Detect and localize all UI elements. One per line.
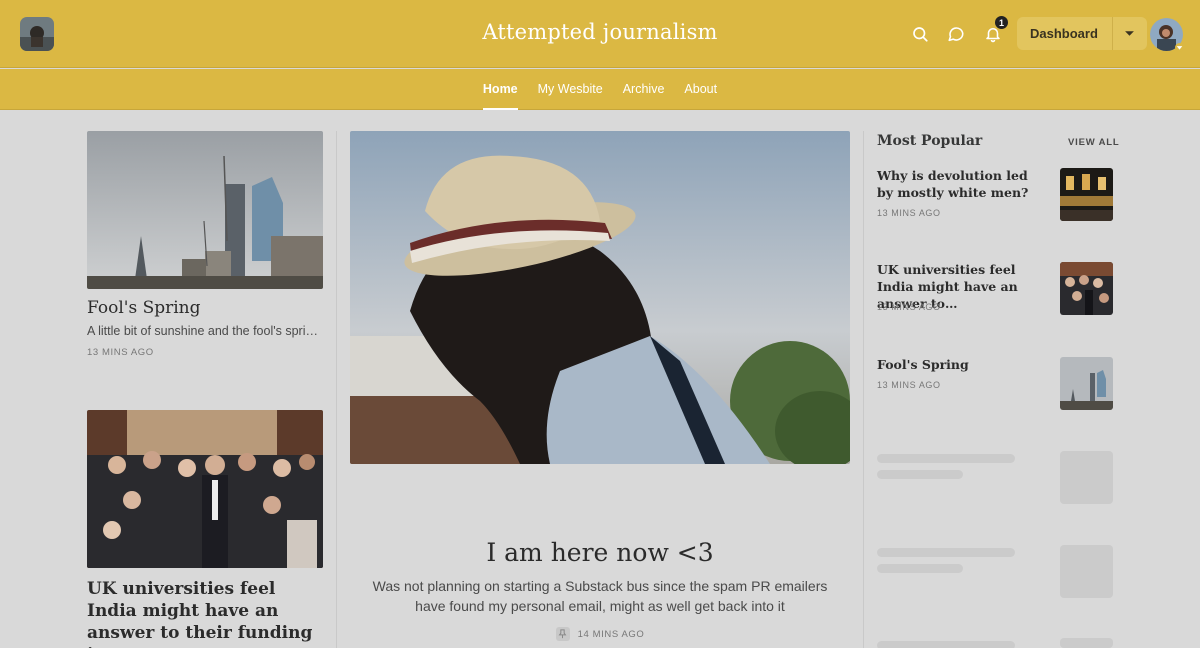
pin-icon xyxy=(555,627,570,641)
loading-placeholder-line xyxy=(877,641,1015,648)
avatar-caret-icon[interactable] xyxy=(1175,43,1184,52)
loading-placeholder-thumbnail xyxy=(1060,638,1113,648)
dashboard-control: Dashboard xyxy=(1017,17,1147,50)
post-title[interactable]: UK universities feel India might have an… xyxy=(87,578,323,648)
featured-post-title[interactable]: I am here now <3 xyxy=(350,538,850,567)
post-timestamp: 13 MINS AGO xyxy=(87,347,154,358)
loading-placeholder-thumbnail xyxy=(1060,451,1113,504)
popular-post-thumbnail[interactable] xyxy=(1060,168,1113,221)
nav-home[interactable]: Home xyxy=(482,69,518,110)
caret-down-icon xyxy=(1125,31,1135,36)
site-header: Attempted journalism 1 Dashboard xyxy=(0,0,1200,68)
column-divider xyxy=(863,131,864,648)
featured-post-timestamp: 14 MINS AGO xyxy=(577,628,645,640)
post-subtitle: A little bit of sunshine and the fool's … xyxy=(87,324,323,338)
popular-post-thumbnail[interactable] xyxy=(1060,357,1113,410)
loading-placeholder-line xyxy=(877,454,1015,463)
search-icon[interactable] xyxy=(908,22,932,46)
dashboard-button[interactable]: Dashboard xyxy=(1017,17,1113,50)
post-image-uk-universities[interactable] xyxy=(87,410,323,568)
popular-post-title[interactable]: Why is devolution led by mostly white me… xyxy=(877,167,1042,201)
popular-post-timestamp: 13 MINS AGO xyxy=(877,208,941,218)
publication-nav: Home My Wesbite Archive About xyxy=(0,69,1200,110)
popular-post-title[interactable]: Fool's Spring xyxy=(877,356,1042,373)
featured-post-meta: 14 MINS AGO xyxy=(350,627,850,641)
dashboard-menu-button[interactable] xyxy=(1112,17,1147,50)
loading-placeholder-line xyxy=(877,548,1015,557)
popular-post-timestamp: 13 MINS AGO xyxy=(877,302,941,312)
view-all-link[interactable]: VIEW ALL xyxy=(1068,137,1119,148)
popular-post-timestamp: 13 MINS AGO xyxy=(877,380,941,390)
column-divider xyxy=(336,131,337,648)
nav-archive[interactable]: Archive xyxy=(623,69,665,110)
most-popular-heading: Most Popular xyxy=(877,133,983,149)
loading-placeholder-line xyxy=(877,470,963,479)
nav-my-website[interactable]: My Wesbite xyxy=(538,69,603,110)
nav-about[interactable]: About xyxy=(684,69,717,110)
notification-badge: 1 xyxy=(994,15,1009,30)
loading-placeholder-thumbnail xyxy=(1060,545,1113,598)
featured-post-image[interactable] xyxy=(350,131,850,464)
post-image-fools-spring[interactable] xyxy=(87,131,323,289)
post-title[interactable]: Fool's Spring xyxy=(87,298,323,318)
loading-placeholder-line xyxy=(877,564,963,573)
popular-post-thumbnail[interactable] xyxy=(1060,262,1113,315)
bell-icon[interactable]: 1 xyxy=(981,15,1009,46)
featured-post-subtitle: Was not planning on starting a Substack … xyxy=(372,578,828,614)
chat-icon[interactable] xyxy=(944,22,968,46)
